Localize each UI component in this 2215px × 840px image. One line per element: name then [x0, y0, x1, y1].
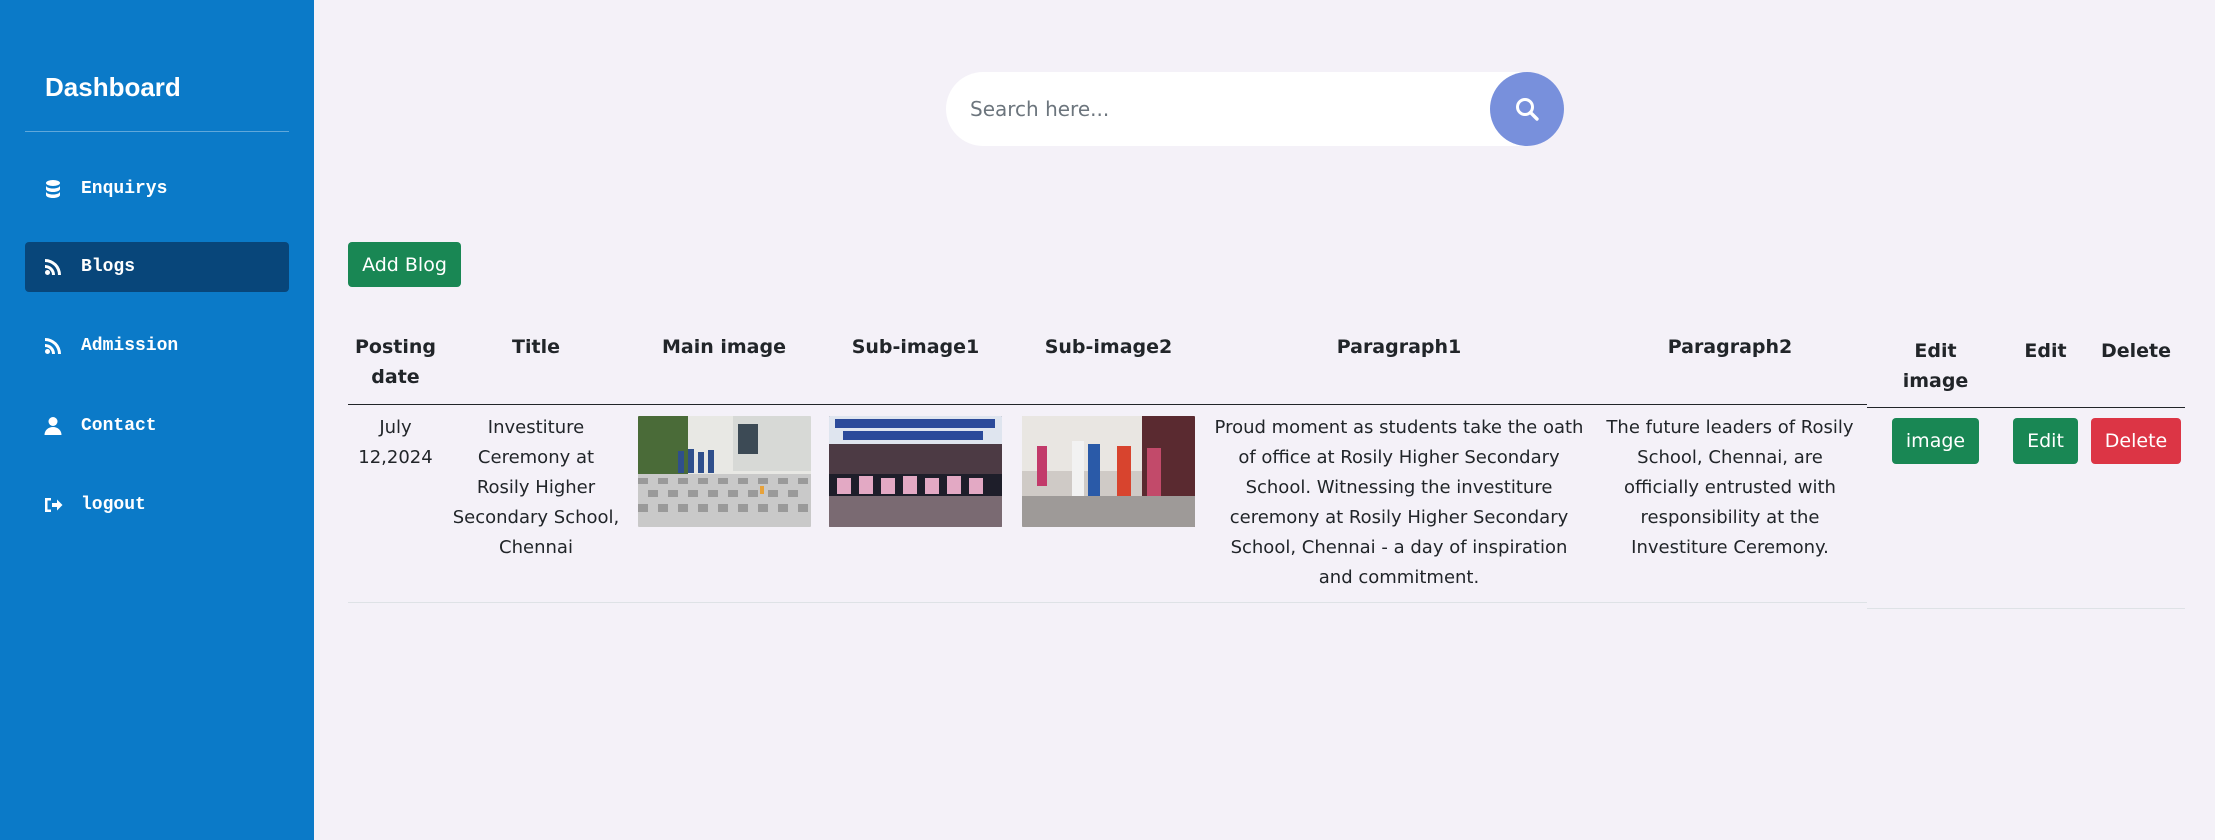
- blog-icon: [43, 257, 63, 277]
- cell-delete: Delete: [2087, 407, 2185, 608]
- actions-header-row: Edit image Edit Delete: [1867, 336, 2185, 407]
- header-sub-image1: Sub-image1: [851, 336, 980, 358]
- sidebar-item-label: Contact: [81, 416, 157, 436]
- header-delete: Delete: [2100, 340, 2172, 362]
- user-icon: [43, 416, 63, 436]
- sidebar-item-label: Admission: [81, 336, 179, 356]
- brand-title: Dashboard: [45, 72, 181, 102]
- sub-image1-thumbnail: [829, 415, 1002, 527]
- header-paragraph1: Paragraph1: [1336, 336, 1462, 358]
- header-edit-image: Edit image: [1902, 340, 1969, 392]
- search-icon: [1516, 98, 1539, 121]
- sub-image2-thumbnail: [1022, 415, 1195, 527]
- cell-title: Investiture Ceremony at Rosily Higher Se…: [452, 416, 620, 558]
- blog-icon: [43, 336, 63, 356]
- sidebar-divider: [25, 131, 289, 132]
- cell-main-image: [629, 404, 819, 602]
- edit-button[interactable]: Edit: [2013, 417, 2078, 464]
- add-blog-button[interactable]: Add Blog: [348, 242, 461, 287]
- sidebar: Dashboard Enquirys Blogs Admission Conta…: [0, 0, 314, 840]
- cell-paragraph2: The future leaders of Rosily School, Che…: [1606, 416, 1854, 558]
- main-image-thumbnail: [637, 415, 811, 527]
- delete-button[interactable]: Delete: [2090, 417, 2182, 464]
- sign-out-icon: [43, 495, 63, 515]
- edit-image-button[interactable]: image: [1891, 417, 1980, 464]
- search-input[interactable]: [970, 72, 1430, 146]
- cell-edit: Edit: [2004, 407, 2087, 608]
- table-row: image Edit Delete: [1867, 407, 2185, 608]
- table-header-row: Posting date Title Main image Sub-image1…: [348, 332, 1867, 404]
- header-posting-date: Posting date: [354, 336, 436, 388]
- sidebar-item-label: logout: [81, 495, 146, 515]
- sidebar-item-label: Blogs: [81, 257, 136, 277]
- search-bar: [946, 72, 1564, 146]
- cell-sub-image1: [819, 404, 1012, 602]
- table-row: July 12,2024 Investiture Ceremony at Ros…: [348, 404, 1867, 602]
- cell-sub-image2: [1012, 404, 1205, 602]
- cell-paragraph1: Proud moment as students take the oath o…: [1214, 416, 1584, 588]
- search-button[interactable]: [1490, 72, 1564, 146]
- header-sub-image2: Sub-image2: [1044, 336, 1173, 358]
- cell-posting-date: July 12,2024: [358, 416, 433, 468]
- header-main-image: Main image: [661, 336, 786, 358]
- sidebar-item-logout[interactable]: logout: [25, 480, 289, 530]
- sidebar-item-enquirys[interactable]: Enquirys: [25, 164, 289, 214]
- header-paragraph2: Paragraph2: [1667, 336, 1793, 358]
- blog-actions-table: Edit image Edit Delete image Edit Delete: [1867, 336, 2185, 609]
- blog-table: Posting date Title Main image Sub-image1…: [348, 332, 1867, 603]
- cell-edit-image: image: [1867, 407, 2004, 608]
- sidebar-item-admission[interactable]: Admission: [25, 321, 289, 371]
- sidebar-item-blogs[interactable]: Blogs: [25, 242, 289, 292]
- header-title: Title: [512, 336, 560, 358]
- header-edit: Edit: [2024, 340, 2067, 362]
- sidebar-item-label: Enquirys: [81, 179, 168, 199]
- database-icon: [43, 179, 63, 199]
- sidebar-item-contact[interactable]: Contact: [25, 401, 289, 451]
